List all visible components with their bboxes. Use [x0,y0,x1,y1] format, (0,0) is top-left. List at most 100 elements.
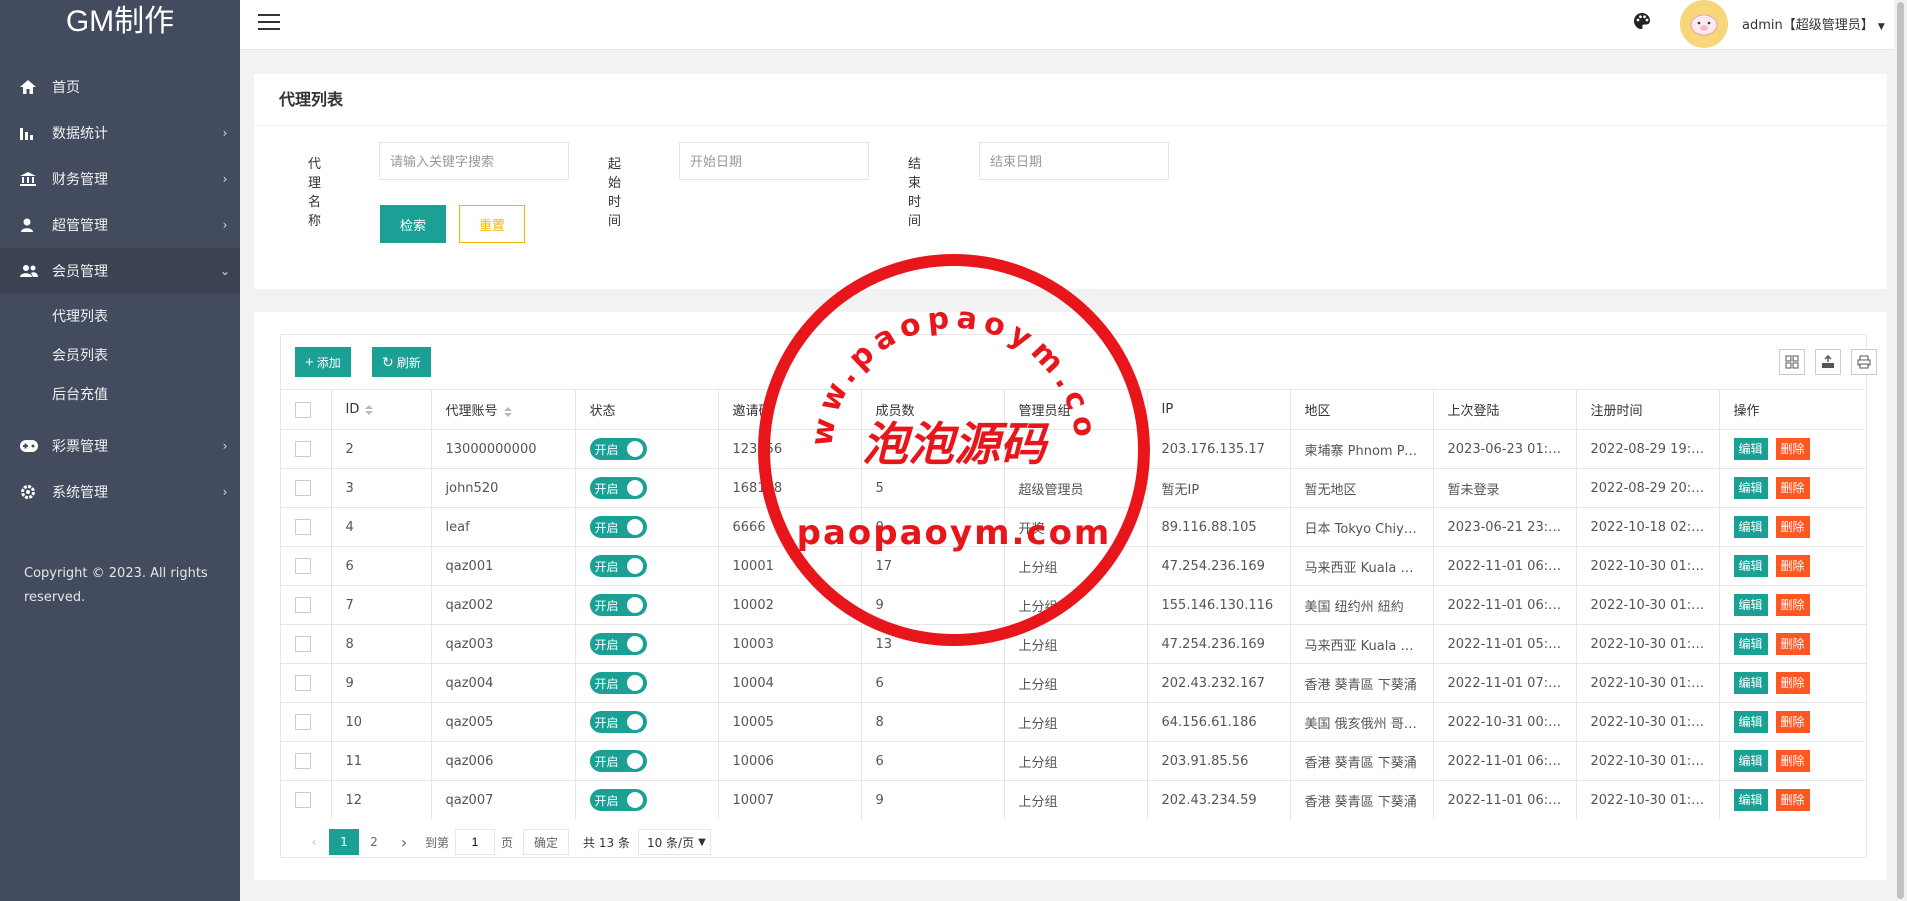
print-icon[interactable] [1851,349,1877,375]
sidebar-item-system[interactable]: 系统管理 › [0,469,240,515]
row-checkbox[interactable] [295,597,311,613]
avatar[interactable] [1680,0,1728,48]
end-date-input[interactable] [979,142,1169,180]
sidebar-subitem-agent-list[interactable]: 代理列表 [0,298,240,337]
page-title: 代理列表 [254,74,1887,126]
delete-button[interactable]: 删除 [1775,672,1810,694]
sidebar-item-members[interactable]: 会员管理 ⌄ [0,248,240,294]
sort-icon[interactable] [365,404,374,415]
menu-toggle-icon[interactable] [258,14,280,32]
cell-region: 香港 葵青區 下葵涌 [1290,663,1434,703]
cell-register-time: 2022-08-29 20:05 [1576,468,1720,508]
cell-account: qaz002 [431,585,576,625]
status-toggle[interactable]: 开启 [589,633,647,655]
delete-button[interactable]: 删除 [1775,477,1810,499]
sidebar-subitem-member-list[interactable]: 会员列表 [0,337,240,376]
status-toggle[interactable]: 开启 [589,594,647,616]
edit-button[interactable]: 编辑 [1733,594,1768,616]
cell-region: 马来西亚 Kuala Lumpur [1290,546,1434,586]
sidebar-item-lottery[interactable]: 彩票管理 › [0,423,240,469]
row-checkbox-cell [281,780,332,820]
cell-region: 美国 纽约州 紐約 [1290,585,1434,625]
delete-button[interactable]: 删除 [1775,438,1810,460]
cell-admin-group: 上分组 [1004,663,1148,703]
header-id[interactable]: ID [331,389,432,430]
chevron-right-icon: › [222,172,228,186]
edit-button[interactable]: 编辑 [1733,555,1768,577]
cell-last-login: 2022-11-01 05:59 [1433,624,1577,664]
edit-button[interactable]: 编辑 [1733,750,1768,772]
page-1-button[interactable]: 1 [329,829,359,855]
export-icon[interactable] [1815,349,1841,375]
status-toggle[interactable]: 开启 [589,750,647,772]
search-card: 代理列表 代理名称 起始时间 结束时间 检索 重置 [254,74,1887,289]
status-toggle[interactable]: 开启 [589,516,647,538]
row-checkbox[interactable] [295,480,311,496]
cell-last-login: 2022-11-01 06:00 [1433,546,1577,586]
per-page-select[interactable]: 10 条/页 ▼ [637,829,711,855]
row-checkbox[interactable] [295,792,311,809]
page-2-button[interactable]: 2 [359,829,389,855]
row-checkbox[interactable] [295,636,311,652]
data-table-box: + 添加 ↻ 刷新 ID 代理账号 状态 邀请码 成员数 管理员组 IP 地区 … [280,334,1877,858]
goto-page-input[interactable] [455,829,496,855]
agent-name-input[interactable] [379,142,569,180]
status-toggle[interactable]: 开启 [589,789,647,812]
edit-button[interactable]: 编辑 [1733,516,1768,538]
edit-button[interactable]: 编辑 [1733,672,1768,694]
goto-confirm-button[interactable]: 确定 [523,829,570,855]
select-all-checkbox[interactable] [295,401,311,418]
columns-filter-icon[interactable] [1779,349,1805,375]
cell-admin-group: 开奖 [1004,507,1148,547]
search-button[interactable]: 检索 [380,205,446,243]
status-toggle[interactable]: 开启 [589,555,647,577]
reset-button[interactable]: 重置 [459,205,525,243]
prev-page-icon[interactable]: ‹ [299,829,329,855]
row-checkbox[interactable] [295,519,311,535]
delete-button[interactable]: 删除 [1775,711,1810,733]
row-checkbox[interactable] [295,441,311,457]
sidebar-item-data-stats[interactable]: 数据统计 › [0,110,240,156]
cell-member-count: 13 [861,624,1005,664]
row-checkbox[interactable] [295,675,311,691]
delete-button[interactable]: 删除 [1775,633,1810,655]
header-account[interactable]: 代理账号 [431,389,576,430]
cell-invite-code: 10001 [718,546,862,586]
edit-button[interactable]: 编辑 [1733,438,1768,460]
delete-button[interactable]: 删除 [1775,789,1810,812]
table-row: 10 qaz005 开启 10005 8 上分组 64.156.61.186 美国 俄亥俄州 … [281,702,1866,742]
cell-actions: 编辑 删除 [1719,780,1866,820]
row-checkbox[interactable] [295,753,311,769]
next-page-icon[interactable]: › [389,829,419,855]
edit-button[interactable]: 编辑 [1733,789,1768,812]
status-toggle-label: 开启 [594,715,619,730]
add-button[interactable]: + 添加 [295,347,351,377]
delete-button[interactable]: 删除 [1775,555,1810,577]
status-toggle[interactable]: 开启 [589,477,647,499]
palette-icon[interactable] [1633,12,1651,34]
users-icon [20,264,42,278]
status-toggle[interactable]: 开启 [589,438,647,460]
sidebar-item-super-admin[interactable]: 超管管理 › [0,202,240,248]
row-checkbox[interactable] [295,558,311,574]
sidebar-item-home[interactable]: 首页 [0,64,240,110]
sort-icon[interactable] [503,406,512,417]
delete-button[interactable]: 删除 [1775,594,1810,616]
edit-button[interactable]: 编辑 [1733,711,1768,733]
admin-user-menu[interactable]: admin【超级管理员】 ▼ [1742,14,1885,33]
sidebar-subitem-recharge[interactable]: 后台充值 [0,376,240,415]
delete-button[interactable]: 删除 [1775,750,1810,772]
status-toggle[interactable]: 开启 [589,672,647,694]
status-toggle-label: 开启 [594,754,619,769]
edit-button[interactable]: 编辑 [1733,477,1768,499]
row-checkbox[interactable] [295,714,311,730]
cell-status: 开启 [575,663,719,703]
delete-button[interactable]: 删除 [1775,516,1810,538]
cell-account: 13000000000 [431,429,576,469]
refresh-button[interactable]: ↻ 刷新 [372,347,431,377]
page-scrollbar-thumb[interactable] [1897,2,1904,899]
start-date-input[interactable] [679,142,869,180]
status-toggle[interactable]: 开启 [589,711,647,733]
sidebar-item-finance[interactable]: 财务管理 › [0,156,240,202]
edit-button[interactable]: 编辑 [1733,633,1768,655]
